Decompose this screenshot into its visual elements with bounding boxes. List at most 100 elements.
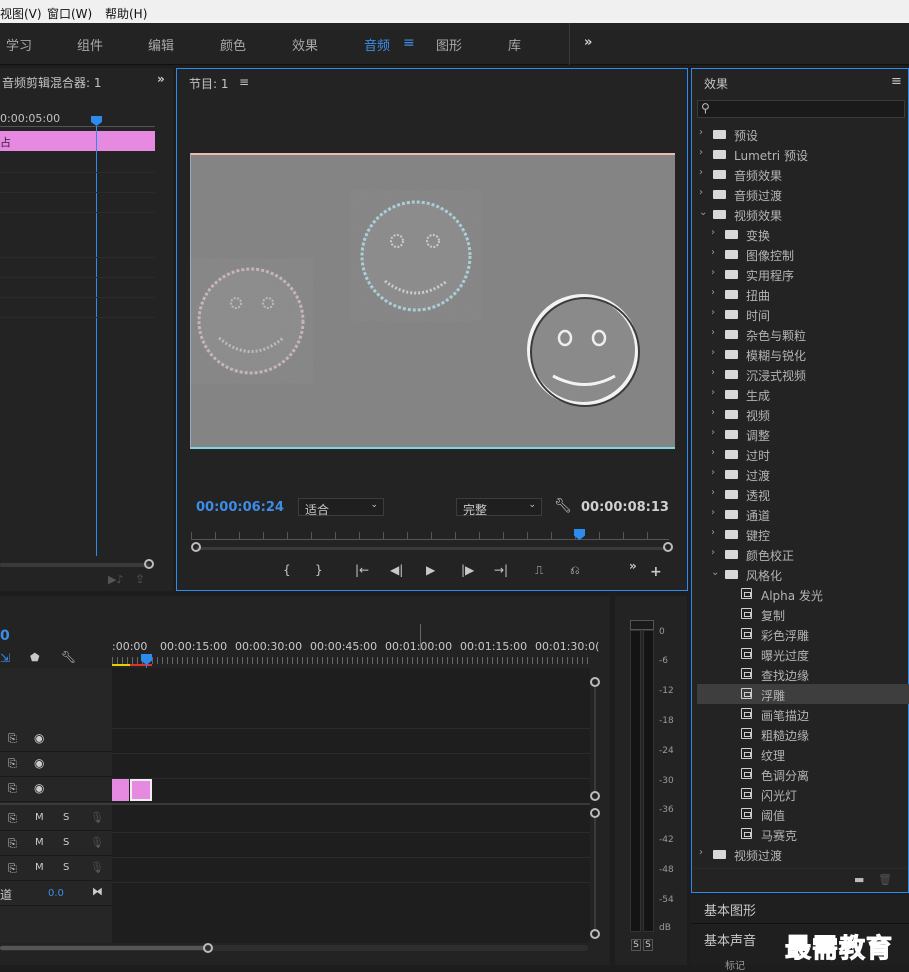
chevron-right-icon[interactable]: › [711,407,715,418]
toggle-sync-icon[interactable]: ⎘ [8,837,17,851]
timeline-h-scroll-handle[interactable] [203,943,213,953]
toggle-sync-icon[interactable]: ⎘ [8,812,17,826]
mute-button[interactable]: M [35,862,44,873]
essential-graphics-tab[interactable]: 基本图形 [704,900,756,919]
effects-tree-item[interactable]: 查找边缘 [697,664,909,684]
video-clip-2-selected[interactable] [130,779,152,801]
effects-tree-item[interactable]: › 实用程序 [697,264,909,284]
chevron-right-icon[interactable]: › [711,527,715,538]
effects-tree-item[interactable]: › 键控 [697,524,909,544]
play-icon[interactable]: ▶ [426,563,435,577]
effects-tree-item[interactable]: › 沉浸式视频 [697,364,909,384]
video-scroll-top[interactable] [590,677,600,687]
effects-tree-item[interactable]: Alpha 发光 [697,584,909,604]
effects-tree-item[interactable]: 曝光过度 [697,644,909,664]
solo-button[interactable]: S [63,837,69,848]
mark-in-icon[interactable]: { [283,563,291,577]
effects-tree-item[interactable]: 浮雕 [697,684,909,704]
chevron-right-icon[interactable]: › [711,487,715,498]
eye-icon[interactable]: ◉ [34,781,44,795]
timeline-settings-icon[interactable]: 🔧︎ [61,650,76,664]
effects-tree-item[interactable]: › 时间 [697,304,909,324]
monitor-zoom-bar[interactable] [196,547,666,550]
meter-peak-indicator[interactable] [630,620,654,630]
mixer-audio-icon[interactable]: ▶♪ [108,573,123,586]
chevron-right-icon[interactable]: › [699,147,703,158]
chevron-right-icon[interactable]: › [699,127,703,138]
go-to-in-icon[interactable]: |← [355,563,369,577]
effects-tree-item[interactable]: 阈值 [697,804,909,824]
mic-icon[interactable]: 🎙︎ [90,861,104,874]
effects-tree-item[interactable]: › 扭曲 [697,284,909,304]
effects-tree-item[interactable]: ⌄ 风格化 [697,564,909,584]
solo-left-button[interactable]: S [631,939,641,951]
effects-tree-item[interactable]: › 过时 [697,444,909,464]
effects-tree-item[interactable]: 闪光灯 [697,784,909,804]
workspace-overflow-icon[interactable]: » [584,35,592,50]
chevron-right-icon[interactable]: › [711,247,715,258]
tab-assembly[interactable]: 组件 [77,35,103,54]
master-volume-value[interactable]: 0.0 [48,888,64,899]
effects-search-input[interactable] [716,102,901,116]
extract-icon[interactable]: ⎌ [570,563,580,578]
chevron-right-icon[interactable]: › [711,287,715,298]
chevron-right-icon[interactable]: › [711,347,715,358]
effects-tree-item[interactable]: 画笔描边 [697,704,909,724]
effects-tree-item[interactable]: 彩色浮雕 [697,624,909,644]
zoom-select[interactable]: 适合 ⌄ [298,498,384,517]
monitor-zoom-right-handle[interactable] [663,542,673,552]
chevron-right-icon[interactable]: › [711,267,715,278]
audio-scroll-top[interactable] [590,808,600,818]
chevron-right-icon[interactable]: › [711,367,715,378]
mixer-zoom-scrollbar[interactable] [0,563,150,567]
toggle-sync-icon[interactable]: ⎘ [8,732,17,746]
effects-tree-item[interactable]: 粗糙边缘 [697,724,909,744]
quality-select[interactable]: 完整 ⌄ [456,498,542,517]
chevron-right-icon[interactable]: › [711,387,715,398]
mic-icon[interactable]: 🎙︎ [90,811,104,824]
video-scroll-bottom[interactable] [590,791,600,801]
panel-overflow-icon[interactable]: » [157,72,165,86]
solo-right-button[interactable]: S [643,939,653,951]
effects-tree-item[interactable]: › 调整 [697,424,909,444]
chevron-right-icon[interactable]: › [699,167,703,178]
tab-audio[interactable]: 音频 [364,35,390,54]
step-forward-icon[interactable]: |▶ [461,563,474,577]
chevron-right-icon[interactable]: › [711,327,715,338]
audio-scrollbar[interactable] [594,818,596,930]
tab-color[interactable]: 颜色 [220,35,246,54]
menu-help[interactable]: 帮助(H) [105,5,147,22]
video-frame[interactable] [190,153,675,449]
effects-tree-item[interactable]: 色调分离 [697,764,909,784]
chevron-right-icon[interactable]: › [699,187,703,198]
timeline-ruler[interactable]: :00:00 00:00:15:00 00:00:30:00 00:00:45:… [112,640,599,666]
toggle-sync-icon[interactable]: ⎘ [8,757,17,771]
tab-graphics[interactable]: 图形 [436,35,462,54]
menu-view[interactable]: 视图(V) [0,5,42,22]
chevron-right-icon[interactable]: › [711,427,715,438]
timeline-timecode[interactable]: 0 [0,628,10,644]
effects-tree-item[interactable]: › 音频过渡 [697,184,909,204]
toggle-sync-icon[interactable]: ⎘ [8,862,17,876]
go-to-out-icon[interactable]: →| [494,563,508,577]
mixer-clip-bar[interactable]: 占 [0,131,155,151]
video-clip-1[interactable] [112,779,129,801]
mixer-export-icon[interactable]: ⇪ [135,572,145,586]
effects-search-field[interactable]: ⚲ [697,100,905,118]
menu-window[interactable]: 窗口(W) [47,5,92,22]
effects-tree-item[interactable]: › 音频效果 [697,164,909,184]
effects-tree-item[interactable]: › 通道 [697,504,909,524]
timeline-h-scroll-thumb[interactable] [0,946,205,950]
solo-button[interactable]: S [63,812,69,823]
chevron-right-icon[interactable]: › [699,847,703,858]
chevron-down-icon[interactable]: ⌄ [699,207,707,218]
tab-learn[interactable]: 学习 [6,35,32,54]
mute-button[interactable]: M [35,837,44,848]
mark-out-icon[interactable]: } [315,563,323,577]
effects-tree-item[interactable]: › 模糊与锐化 [697,344,909,364]
tab-editing[interactable]: 编辑 [148,35,174,54]
new-bin-icon[interactable]: ▬ [854,873,864,886]
solo-button[interactable]: S [63,862,69,873]
mic-icon[interactable]: 🎙︎ [90,836,104,849]
chevron-down-icon[interactable]: ⌄ [711,567,719,578]
